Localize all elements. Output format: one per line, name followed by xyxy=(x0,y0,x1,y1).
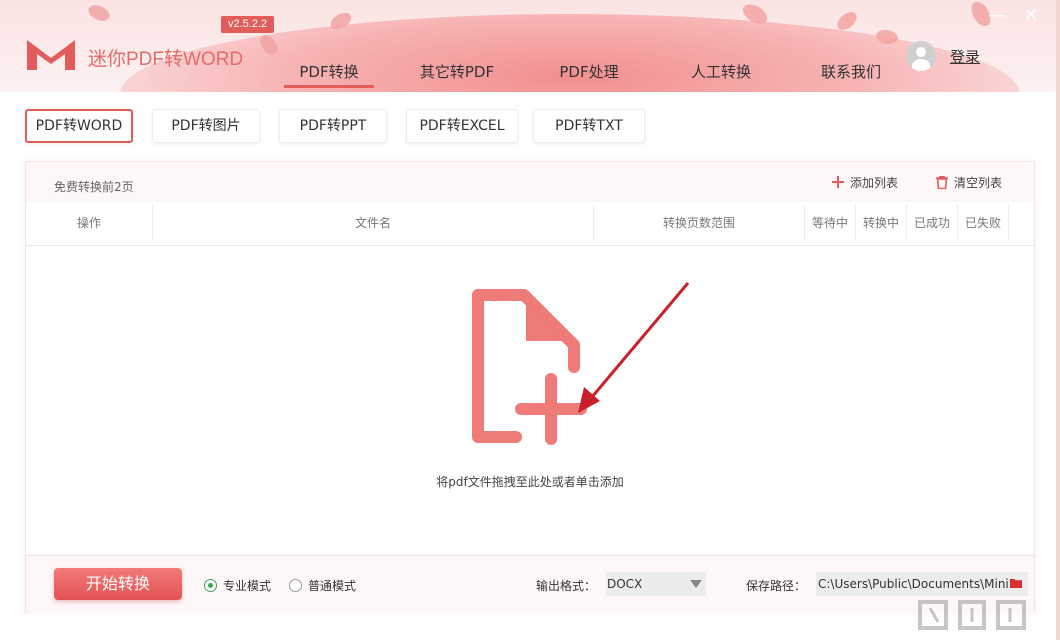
save-path-input[interactable] xyxy=(816,572,1028,596)
clear-list-label: 清空列表 xyxy=(954,175,1003,190)
column-header: 等待中 xyxy=(811,216,848,230)
column-divider xyxy=(1008,204,1009,240)
start-convert-button[interactable]: 开始转换 xyxy=(54,568,182,600)
subtab-pdf-to-txt[interactable]: PDF转TXT xyxy=(533,109,645,143)
output-format-label: 输出格式： xyxy=(536,579,597,593)
subtab-pdf-to-excel[interactable]: PDF转EXCEL xyxy=(406,109,518,143)
plus-icon xyxy=(832,176,844,188)
folder-icon[interactable] xyxy=(1010,578,1022,588)
nav-tab-other-to-pdf[interactable]: 其它转PDF xyxy=(386,60,528,88)
trash-icon xyxy=(936,175,948,189)
header: 迷你PDF转WORD v2.5.2.2 PDF转换 其它转PDF PDF处理 人… xyxy=(0,0,1060,92)
free-pages-note: 免费转换前2页 xyxy=(54,180,134,194)
mode-normal-label: 普通模式 xyxy=(308,578,357,593)
subtab-pdf-to-image[interactable]: PDF转图片 xyxy=(152,109,260,143)
mode-normal-radio[interactable]: 普通模式 xyxy=(289,577,356,593)
drop-hint-text: 将pdf文件拖拽至此处或者单击添加 xyxy=(436,475,624,489)
window-edge xyxy=(1056,0,1060,640)
save-path-label: 保存路径： xyxy=(746,579,807,593)
logo-icon xyxy=(27,40,75,70)
add-list-label: 添加列表 xyxy=(850,175,899,190)
column-header: 转换中 xyxy=(862,216,899,230)
nav-tab-manual-convert[interactable]: 人工转换 xyxy=(650,60,792,88)
nav-tab-pdf-process[interactable]: PDF处理 xyxy=(528,60,650,88)
login-link[interactable]: 登录 xyxy=(950,46,980,67)
nav-tab-pdf-convert[interactable]: PDF转换 xyxy=(272,60,386,88)
output-format-value: DOCX xyxy=(607,577,643,591)
main-nav: PDF转换 其它转PDF PDF处理 人工转换 联系我们 xyxy=(272,60,910,88)
column-header: 已成功 xyxy=(913,216,950,230)
subtab-pdf-to-word[interactable]: PDF转WORD xyxy=(25,109,133,143)
minimize-button[interactable]: — xyxy=(988,6,1006,26)
column-header: 文件名 xyxy=(354,216,391,230)
table-header: 操作 文件名 转换页数范围 等待中 转换中 已成功 已失败 xyxy=(26,202,1034,246)
column-header: 操作 xyxy=(76,216,101,230)
close-button[interactable]: ✕ xyxy=(1022,6,1040,26)
app-window: 迷你PDF转WORD v2.5.2.2 PDF转换 其它转PDF PDF处理 人… xyxy=(0,0,1060,640)
version-badge: v2.5.2.2 xyxy=(221,16,275,33)
subtab-pdf-to-ppt[interactable]: PDF转PPT xyxy=(279,109,387,143)
watermark-logo xyxy=(918,600,1026,630)
window-controls: — ✕ xyxy=(988,6,1040,26)
radio-checked-icon xyxy=(204,578,217,592)
file-list-panel: 免费转换前2页 添加列表 清空列表 操作 文件名 转换页数范围 等待中 转换中 … xyxy=(25,161,1035,613)
output-format-select[interactable]: DOCX xyxy=(606,572,706,596)
add-list-button[interactable]: 添加列表 xyxy=(832,172,898,192)
file-drop-zone[interactable]: 将pdf文件拖拽至此处或者单击添加 xyxy=(26,247,1034,555)
dropdown-arrow-icon xyxy=(690,580,702,588)
radio-unchecked-icon xyxy=(289,578,302,592)
sub-tabs: PDF转WORD PDF转图片 PDF转PPT PDF转EXCEL PDF转TX… xyxy=(25,109,645,143)
mode-professional-radio[interactable]: 专业模式 xyxy=(204,577,271,593)
nav-tab-contact-us[interactable]: 联系我们 xyxy=(792,60,910,88)
arrow-annotation xyxy=(578,282,690,413)
petal-decoration xyxy=(85,0,113,26)
mode-professional-label: 专业模式 xyxy=(223,578,272,593)
user-avatar-icon[interactable] xyxy=(906,41,936,71)
user-area: 登录 xyxy=(906,40,980,72)
app-title: 迷你PDF转WORD xyxy=(88,49,244,70)
panel-toolbar: 免费转换前2页 添加列表 清空列表 xyxy=(26,162,1034,202)
column-header: 转换页数范围 xyxy=(662,216,735,230)
clear-list-button[interactable]: 清空列表 xyxy=(936,172,1002,192)
column-header: 已失败 xyxy=(964,216,1001,230)
